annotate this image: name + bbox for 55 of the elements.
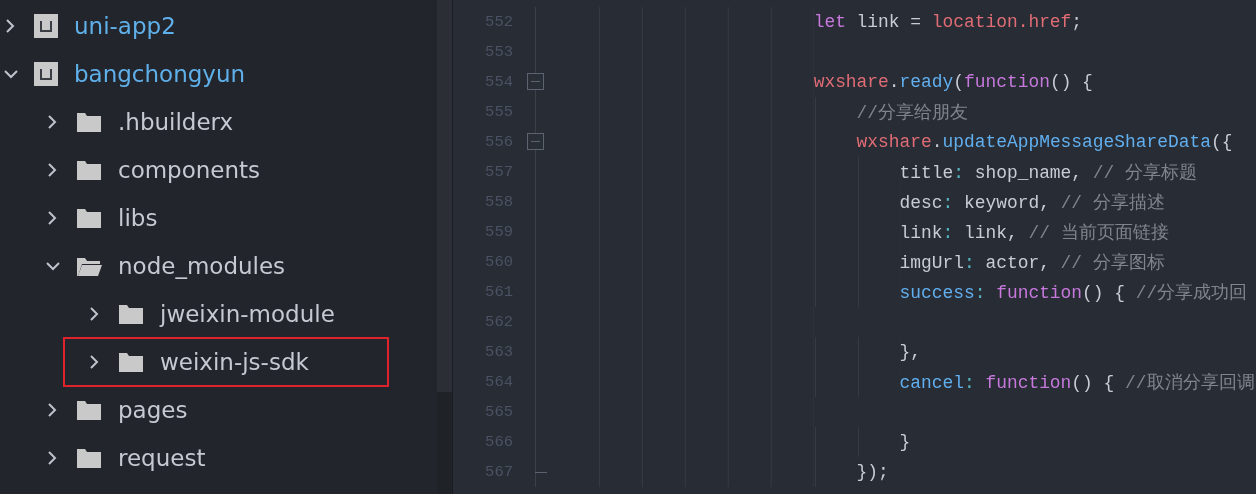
- chevron-right-icon: [46, 403, 58, 417]
- fold-toggle[interactable]: [527, 133, 544, 150]
- chevron-right-icon: [88, 307, 100, 321]
- project-icon: [34, 62, 58, 86]
- chevron-down-icon: [46, 259, 60, 273]
- code-line: cancel: function() { //取消分享回调: [899, 372, 1255, 394]
- code-line: link: link, // 当前页面链接: [899, 222, 1169, 244]
- chevron-right-icon: [46, 211, 58, 225]
- chevron-right-icon: [46, 451, 58, 465]
- file-name[interactable]: weixin-js-sdk: [160, 349, 309, 375]
- chevron-down-icon: [4, 67, 18, 81]
- tree-row[interactable]: pages: [21, 385, 347, 435]
- highlight-frame[interactable]: weixin-js-sdk: [63, 337, 389, 387]
- folder-icon: [76, 207, 102, 229]
- file-name[interactable]: components: [118, 157, 261, 183]
- tree-row[interactable]: components: [21, 145, 347, 195]
- code-line: desc: keyword, // 分享描述: [899, 192, 1165, 214]
- tree-row[interactable]: node_modules: [21, 241, 347, 291]
- code-line: //分享给朋友: [856, 102, 969, 124]
- code-line: wxshare.ready(function() {: [813, 72, 1093, 92]
- code-line: },: [899, 342, 922, 362]
- folder-icon: [118, 303, 144, 325]
- code-line: success: function() { //分享成功回: [899, 282, 1248, 304]
- code-line: wxshare.updateAppMessageShareData({: [856, 132, 1233, 152]
- folder-icon: [76, 159, 102, 181]
- tree-row[interactable]: request: [21, 433, 347, 483]
- code-line: });: [856, 462, 889, 482]
- folder-icon: [76, 111, 102, 133]
- code-line: imgUrl: actor, // 分享图标: [899, 252, 1165, 274]
- file-name[interactable]: request: [118, 445, 206, 471]
- chevron-right-icon: [46, 163, 58, 177]
- chevron-right-icon: [88, 355, 100, 369]
- code-line: title: shop_name, // 分享标题: [899, 162, 1198, 184]
- project-icon: [34, 14, 58, 38]
- file-name[interactable]: bangchongyun: [74, 61, 246, 87]
- file-name[interactable]: uni-app2: [74, 13, 176, 39]
- chevron-right-icon: [4, 19, 16, 33]
- chevron-right-icon: [46, 115, 58, 129]
- file-name[interactable]: libs: [118, 205, 158, 231]
- tree-row[interactable]: libs: [21, 193, 347, 243]
- tree-row[interactable]: uni-app2: [0, 1, 305, 51]
- file-name[interactable]: .hbuilderx: [118, 109, 234, 135]
- code-line: let link = location.href;: [813, 12, 1083, 32]
- tree-row[interactable]: bangchongyun: [0, 49, 305, 99]
- file-name[interactable]: jweixin-module: [160, 301, 335, 327]
- folder-icon: [76, 447, 102, 469]
- code-line: }: [899, 432, 911, 452]
- tree-row[interactable]: jweixin-module: [63, 289, 389, 339]
- folder-icon: [76, 399, 102, 421]
- tree-row[interactable]: .hbuilderx: [21, 97, 347, 147]
- folder-icon: [118, 351, 144, 373]
- file-name[interactable]: pages: [118, 397, 188, 423]
- open-folder-icon: [76, 255, 102, 277]
- fold-toggle[interactable]: [527, 73, 544, 90]
- file-name[interactable]: node_modules: [118, 253, 286, 279]
